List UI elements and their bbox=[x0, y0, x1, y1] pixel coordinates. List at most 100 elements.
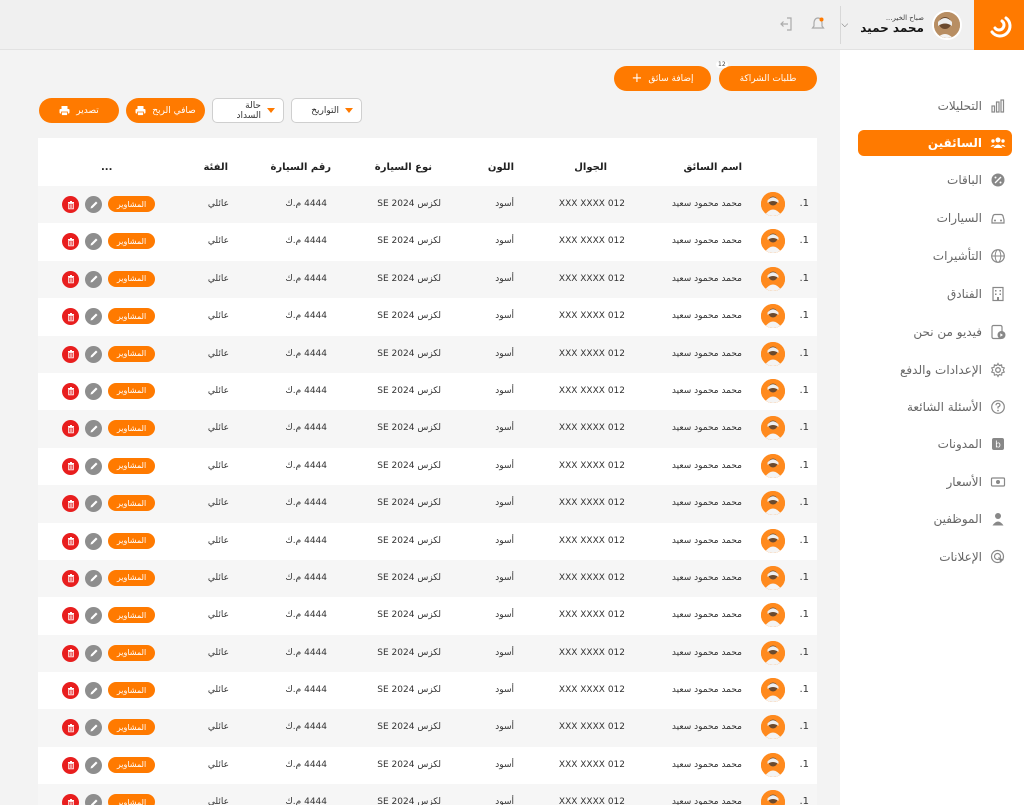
edit-button[interactable] bbox=[85, 644, 102, 662]
edit-button[interactable] bbox=[85, 569, 102, 587]
table-row[interactable]: 1. محمد محمود سعيد 012 XXX XXXX أسود لكز… bbox=[38, 260, 817, 299]
table-row[interactable]: 1. محمد محمود سعيد 012 XXX XXXX أسود لكز… bbox=[38, 747, 817, 784]
trips-button[interactable]: المشاوير bbox=[108, 196, 155, 212]
sidebar-item-about-video[interactable]: فيديو من نحن bbox=[858, 319, 1012, 345]
delete-button[interactable] bbox=[62, 457, 79, 475]
export-button[interactable]: تصدير bbox=[39, 98, 119, 123]
trips-button[interactable]: المشاوير bbox=[108, 382, 155, 399]
trips-label: المشاوير bbox=[116, 236, 147, 246]
edit-button[interactable] bbox=[85, 682, 102, 700]
column-driver-name[interactable]: اسم السائق bbox=[684, 162, 742, 173]
sidebar-item-visas[interactable]: التأشيرات bbox=[858, 243, 1012, 269]
delete-button[interactable] bbox=[62, 607, 79, 625]
table-row[interactable]: 1. محمد محمود سعيد 012 XXX XXXX أسود لكز… bbox=[38, 784, 817, 805]
table-row[interactable]: 1. محمد محمود سعيد 012 XXX XXXX أسود لكز… bbox=[38, 373, 817, 410]
delete-button[interactable] bbox=[62, 644, 79, 662]
delete-button[interactable] bbox=[62, 233, 79, 251]
column-color[interactable]: اللون bbox=[488, 162, 514, 173]
trips-button[interactable]: المشاوير bbox=[108, 719, 155, 736]
delete-button[interactable] bbox=[62, 719, 79, 737]
table-row[interactable]: 1. محمد محمود سعيد 012 XXX XXXX أسود لكز… bbox=[38, 709, 817, 747]
edit-button[interactable] bbox=[85, 756, 102, 774]
trips-button[interactable]: المشاوير bbox=[108, 233, 155, 250]
edit-button[interactable] bbox=[85, 196, 102, 213]
sidebar-item-prices[interactable]: الأسعار bbox=[858, 469, 1012, 495]
company-requests-button[interactable]: طلبات الشراكة 12 bbox=[716, 61, 817, 91]
column-plate[interactable]: رقم السيارة bbox=[271, 162, 331, 173]
bell-icon[interactable] bbox=[810, 16, 826, 32]
delete-button[interactable] bbox=[62, 756, 79, 774]
edit-button[interactable] bbox=[85, 457, 102, 475]
table-row[interactable]: 1. محمد محمود سعيد 012 XXX XXXX أسود لكز… bbox=[38, 223, 817, 260]
delete-button[interactable] bbox=[62, 495, 79, 513]
trips-button[interactable]: المشاوير bbox=[108, 794, 155, 805]
trips-button[interactable]: المشاوير bbox=[108, 270, 155, 287]
trips-button[interactable]: المشاوير bbox=[108, 457, 155, 474]
delete-button[interactable] bbox=[62, 308, 79, 326]
delete-button[interactable] bbox=[62, 794, 79, 805]
net-profit-button[interactable]: صافي الربح bbox=[126, 98, 205, 123]
delete-button[interactable] bbox=[62, 569, 79, 587]
table-row[interactable]: 1. محمد محمود سعيد 012 XXX XXXX أسود لكز… bbox=[38, 634, 817, 673]
edit-button[interactable] bbox=[85, 308, 102, 326]
sidebar-item-hotels[interactable]: الفنادق bbox=[858, 281, 1012, 307]
table-row[interactable]: 1. محمد محمود سعيد 012 XXX XXXX أسود لكز… bbox=[38, 672, 817, 709]
delete-button[interactable] bbox=[62, 382, 79, 400]
table-row[interactable]: 1. محمد محمود سعيد 012 XXX XXXX أسود لكز… bbox=[38, 523, 817, 560]
logout-icon[interactable] bbox=[778, 16, 794, 32]
trips-button[interactable]: المشاوير bbox=[108, 345, 155, 362]
sidebar-item-settings-payment[interactable]: الإعدادات والدفع bbox=[858, 357, 1012, 383]
sidebar-item-analytics[interactable]: التحليلات bbox=[858, 93, 1012, 119]
sidebar-item-drivers[interactable]: السائقين bbox=[858, 130, 1012, 156]
edit-button[interactable] bbox=[85, 420, 102, 438]
table-row[interactable]: 1. محمد محمود سعيد 012 XXX XXXX أسود لكز… bbox=[38, 485, 817, 523]
add-driver-button[interactable]: إضافة سائق + bbox=[614, 66, 711, 91]
edit-button[interactable] bbox=[85, 495, 102, 513]
table-row[interactable]: 1. محمد محمود سعيد 012 XXX XXXX أسود لكز… bbox=[38, 597, 817, 634]
column-mobile[interactable]: الجوال bbox=[574, 162, 607, 173]
payment-status-filter[interactable]: حالة السداد bbox=[212, 98, 284, 123]
edit-button[interactable] bbox=[85, 233, 102, 251]
delete-button[interactable] bbox=[62, 345, 79, 363]
trips-button[interactable]: المشاوير bbox=[108, 644, 155, 661]
chevron-down-icon[interactable]: ⌵ bbox=[841, 20, 848, 30]
table-row[interactable]: 1. محمد محمود سعيد 012 XXX XXXX أسود لكز… bbox=[38, 410, 817, 448]
sidebar-item-faq[interactable]: الأسئلة الشائعة bbox=[858, 394, 1012, 420]
trips-button[interactable]: المشاوير bbox=[108, 756, 155, 773]
table-row[interactable]: 1. محمد محمود سعيد 012 XXX XXXX أسود لكز… bbox=[38, 186, 817, 224]
sidebar-item-blogs[interactable]: b المدونات bbox=[858, 431, 1012, 457]
trips-button[interactable]: المشاوير bbox=[108, 682, 155, 699]
delete-button[interactable] bbox=[62, 532, 79, 550]
trips-button[interactable]: المشاوير bbox=[108, 308, 155, 325]
trips-button[interactable]: المشاوير bbox=[108, 569, 155, 586]
column-category[interactable]: الفئة bbox=[203, 162, 228, 173]
app-logo[interactable] bbox=[974, 0, 1024, 50]
sidebar-item-cars[interactable]: السيارات bbox=[858, 205, 1012, 231]
edit-button[interactable] bbox=[85, 382, 102, 400]
delete-button[interactable] bbox=[62, 270, 79, 288]
table-row[interactable]: 1. محمد محمود سعيد 012 XXX XXXX أسود لكز… bbox=[38, 448, 817, 485]
user-menu[interactable]: صباح الخير... محمد حميد ⌵ bbox=[841, 10, 962, 40]
edit-button[interactable] bbox=[85, 794, 102, 805]
edit-button[interactable] bbox=[85, 607, 102, 625]
sidebar-item-employees[interactable]: الموظفين bbox=[858, 506, 1012, 532]
edit-button[interactable] bbox=[85, 532, 102, 550]
delete-button[interactable] bbox=[62, 682, 79, 700]
edit-button[interactable] bbox=[85, 345, 102, 363]
trips-button[interactable]: المشاوير bbox=[108, 420, 155, 437]
delete-button[interactable] bbox=[62, 420, 79, 438]
trips-button[interactable]: المشاوير bbox=[108, 532, 155, 549]
column-more[interactable]: ... bbox=[101, 162, 112, 173]
sidebar-item-ads[interactable]: الإعلانات bbox=[858, 544, 1012, 570]
table-row[interactable]: 1. محمد محمود سعيد 012 XXX XXXX أسود لكز… bbox=[38, 559, 817, 598]
table-row[interactable]: 1. محمد محمود سعيد 012 XXX XXXX أسود لكز… bbox=[38, 298, 817, 335]
column-car-type[interactable]: نوع السيارة bbox=[375, 162, 432, 173]
dates-filter[interactable]: التواريخ bbox=[291, 98, 362, 123]
trips-button[interactable]: المشاوير bbox=[108, 495, 155, 512]
edit-button[interactable] bbox=[85, 270, 102, 288]
delete-button[interactable] bbox=[62, 196, 79, 213]
table-row[interactable]: 1. محمد محمود سعيد 012 XXX XXXX أسود لكز… bbox=[38, 335, 817, 373]
edit-button[interactable] bbox=[85, 719, 102, 737]
trips-button[interactable]: المشاوير bbox=[108, 607, 155, 624]
sidebar-item-packages[interactable]: الباقات bbox=[858, 167, 1012, 193]
